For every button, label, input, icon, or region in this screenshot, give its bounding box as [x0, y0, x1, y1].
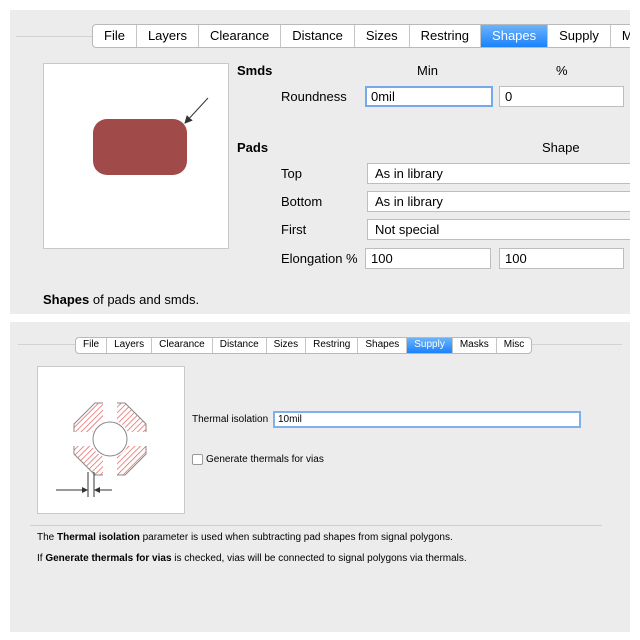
pads-heading: Pads: [237, 140, 269, 155]
min-column-header: Min: [417, 63, 438, 78]
tab-file[interactable]: File: [76, 338, 108, 353]
shape-column-header: Shape: [542, 140, 580, 155]
tab-mas[interactable]: Mas: [611, 25, 630, 47]
supply-tab-bar: File Layers Clearance Distance Sizes Restring…: [75, 337, 533, 354]
smd-preview: [43, 63, 229, 249]
elongation-input-1[interactable]: 100: [365, 248, 491, 269]
thermal-isolation-input[interactable]: 10mil: [273, 411, 581, 428]
shapes-tab-bar: File Layers Clearance Distance Sizes Restring…: [92, 24, 630, 48]
tab-restring[interactable]: Restring: [410, 25, 482, 47]
tab-distance[interactable]: Distance: [213, 338, 267, 353]
tab-sizes[interactable]: Sizes: [355, 25, 410, 47]
tab-clearance[interactable]: Clearance: [152, 338, 213, 353]
description-separator: [30, 525, 602, 526]
thermal-description-bold: Thermal isolation: [57, 532, 140, 543]
shapes-description: Shapes of pads and smds.: [43, 292, 199, 307]
generate-thermals-checkbox[interactable]: [192, 454, 203, 465]
first-pad-shape-select[interactable]: Not special: [367, 219, 630, 240]
tab-restring[interactable]: Restring: [306, 338, 359, 353]
tab-masks[interactable]: Masks: [453, 338, 497, 353]
elongation-input-2[interactable]: 100: [499, 248, 624, 269]
elongation-label: Elongation %: [281, 251, 358, 266]
shapes-dialog: File Layers Clearance Distance Sizes Restring…: [10, 10, 630, 314]
first-pad-label: First: [281, 222, 307, 237]
thermal-description-prefix: The: [37, 532, 58, 543]
arrowhead-right-icon: [94, 487, 100, 493]
tab-misc[interactable]: Misc: [497, 338, 532, 353]
top-pad-label: Top: [281, 166, 302, 181]
thermal-isolation-label: Thermal isolation: [192, 414, 269, 425]
smds-heading: Smds: [237, 63, 273, 78]
tab-shapes[interactable]: Shapes: [481, 25, 549, 47]
generate-description-bold: Generate thermals for vias: [45, 553, 172, 564]
roundness-label: Roundness: [281, 89, 347, 104]
percent-column-header: %: [556, 63, 568, 78]
generate-description-text: is checked, vias will be connected to si…: [171, 553, 467, 564]
tab-supply[interactable]: Supply: [407, 338, 453, 353]
generate-thermals-label: Generate thermals for vias: [206, 454, 324, 465]
roundness-min-input[interactable]: 0mil: [365, 86, 493, 107]
tab-layers[interactable]: Layers: [137, 25, 199, 47]
supply-dialog: File Layers Clearance Distance Sizes Restring…: [10, 322, 630, 632]
top-pad-shape-select[interactable]: As in library: [367, 163, 630, 184]
generate-description: If Generate thermals for vias is checked…: [37, 553, 467, 564]
roundness-arrow-icon: [184, 97, 209, 124]
tab-sizes[interactable]: Sizes: [267, 338, 307, 353]
tab-file[interactable]: File: [93, 25, 137, 47]
shapes-description-text: of pads and smds.: [89, 292, 200, 307]
tab-clearance[interactable]: Clearance: [199, 25, 282, 47]
thermal-description: The Thermal isolation parameter is used …: [37, 532, 453, 543]
shapes-description-bold: Shapes: [43, 292, 90, 307]
thermal-preview: [37, 366, 185, 514]
smd-pad-shape: [93, 119, 187, 175]
roundness-percent-input[interactable]: 0: [499, 86, 624, 107]
smd-preview-drawing: [93, 97, 209, 175]
tab-distance[interactable]: Distance: [281, 25, 355, 47]
arrowhead-left-icon: [82, 487, 88, 493]
thermal-pad-hatched-icon: [73, 402, 147, 476]
tab-supply[interactable]: Supply: [548, 25, 611, 47]
thermal-description-text: parameter is used when subtracting pad s…: [139, 532, 453, 543]
bottom-pad-shape-select[interactable]: As in library: [367, 191, 630, 212]
tab-layers[interactable]: Layers: [107, 338, 153, 353]
tab-shapes[interactable]: Shapes: [358, 338, 408, 353]
thermal-preview-drawing: [56, 402, 147, 497]
bottom-pad-label: Bottom: [281, 194, 323, 209]
